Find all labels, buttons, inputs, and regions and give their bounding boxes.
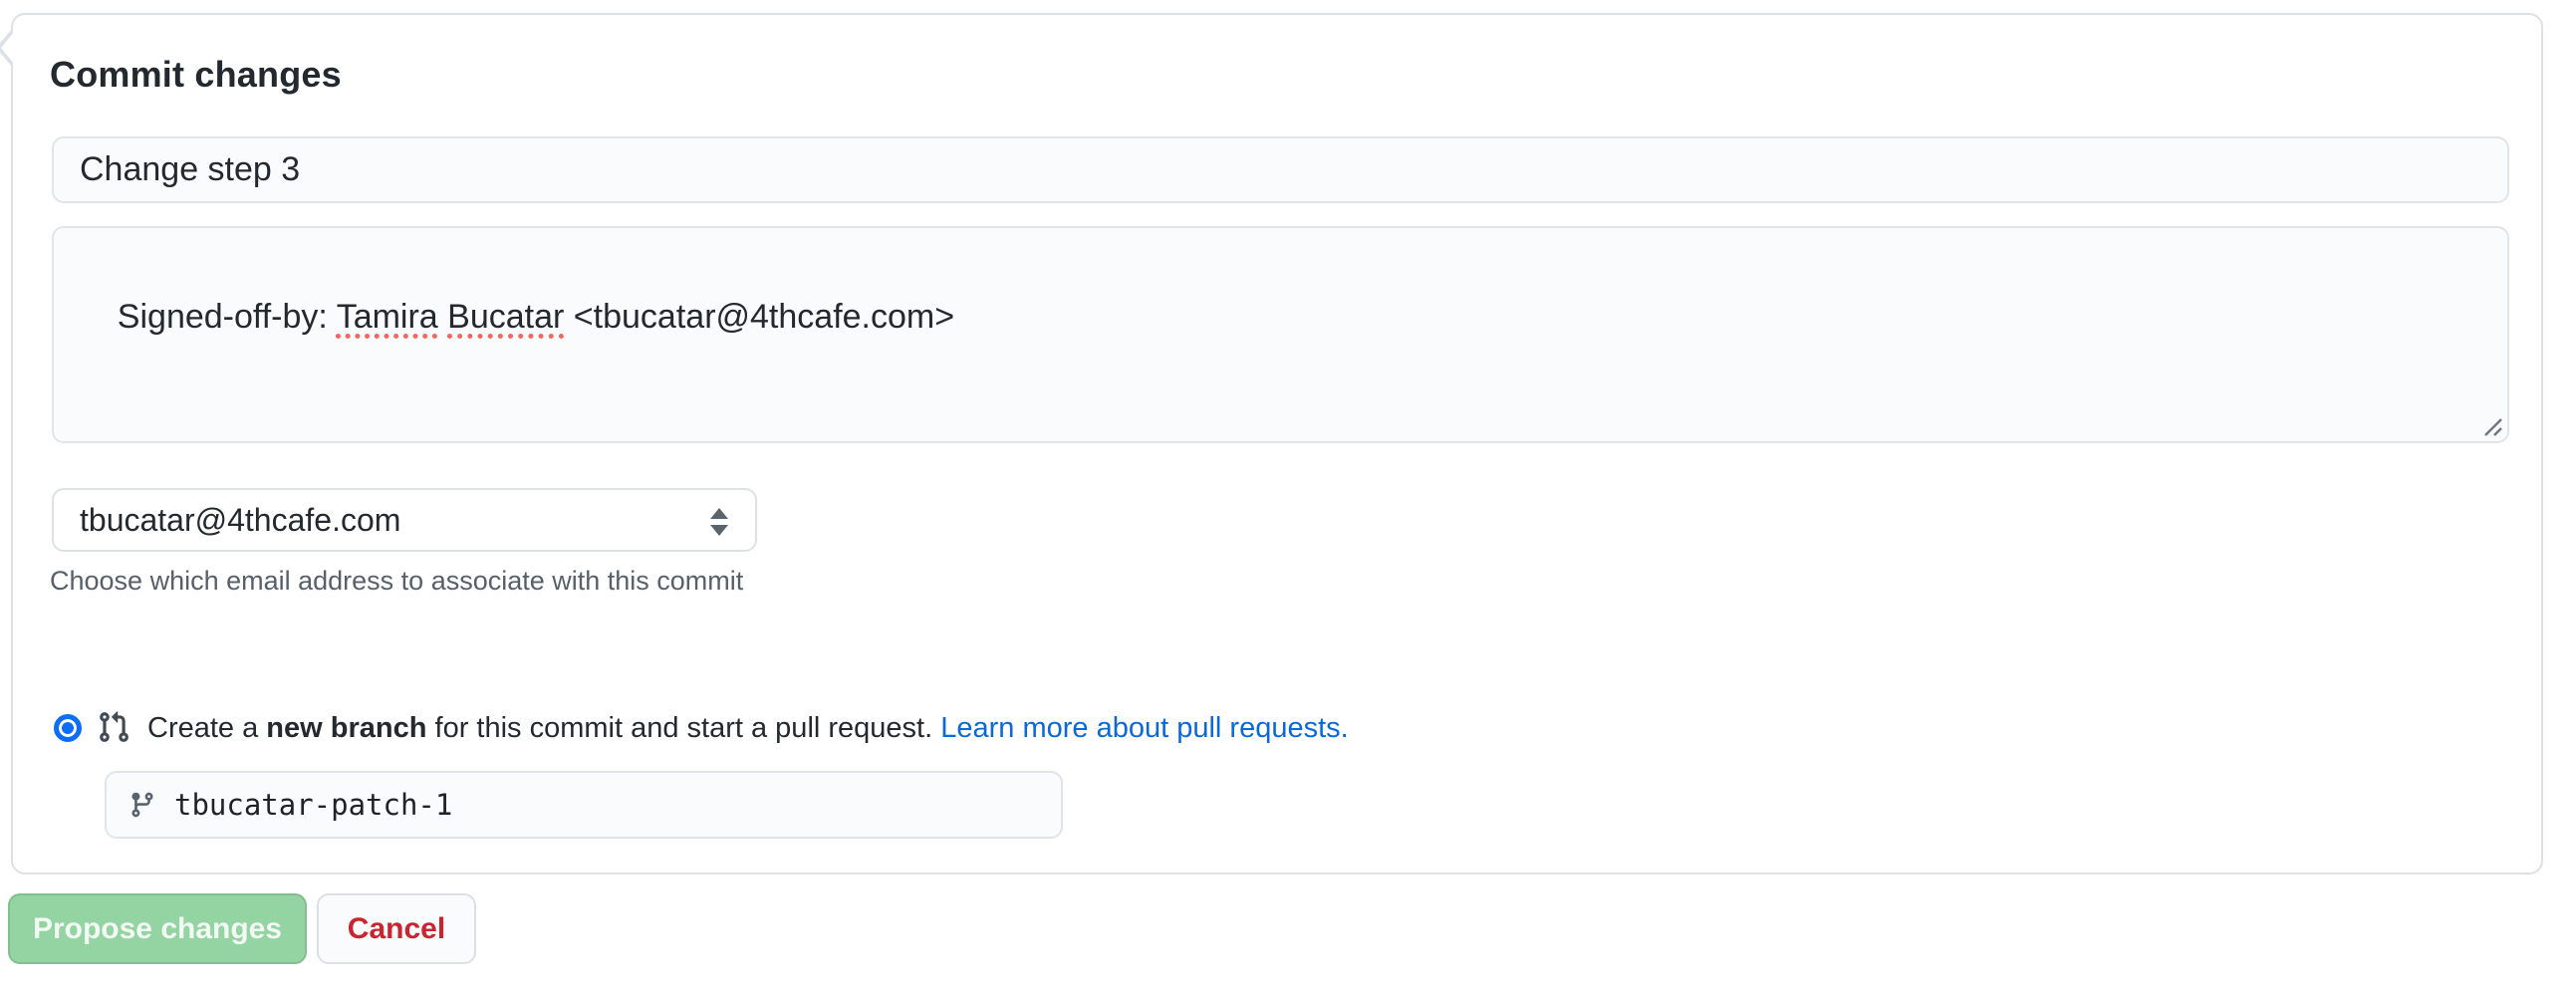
git-branch-icon xyxy=(129,791,156,819)
card-caret-fill xyxy=(1,31,15,65)
resize-grip-icon[interactable] xyxy=(2477,411,2503,437)
cancel-button[interactable]: Cancel xyxy=(317,893,476,964)
branch-option-text: Create a xyxy=(147,712,266,744)
git-pull-request-icon xyxy=(97,710,130,744)
email-select-helper: Choose which email address to associate … xyxy=(50,566,743,597)
commit-description-textarea[interactable]: Signed-off-by: Tamira Bucatar <tbucatar@… xyxy=(52,226,2509,443)
description-text-suffix: <tbucatar@4thcafe.com> xyxy=(564,298,954,336)
email-select-value: tbucatar@4thcafe.com xyxy=(54,502,400,539)
branch-option-text: for this commit and start a pull request… xyxy=(426,712,940,744)
commit-form-card: Commit changes Signed-off-by: Tamira Buc… xyxy=(11,13,2543,874)
commit-subject-input[interactable] xyxy=(52,136,2509,203)
description-text-prefix: Signed-off-by: xyxy=(118,298,337,336)
propose-changes-button[interactable]: Propose changes xyxy=(8,893,307,964)
description-text-separator xyxy=(438,298,447,336)
email-select[interactable]: tbucatar@4thcafe.com xyxy=(52,488,757,552)
branch-name-input[interactable]: tbucatar-patch-1 xyxy=(105,771,1063,839)
branch-option-bold-text: new branch xyxy=(266,712,426,744)
description-misspelled-word: Bucatar xyxy=(447,298,564,336)
branch-option-label: Create a new branch for this commit and … xyxy=(147,710,1349,746)
branch-name-value: tbucatar-patch-1 xyxy=(174,788,452,822)
new-branch-radio[interactable] xyxy=(54,714,82,742)
learn-more-link[interactable]: Learn more about pull requests. xyxy=(940,712,1348,744)
page-title: Commit changes xyxy=(50,54,342,96)
chevron-up-down-icon xyxy=(705,505,733,539)
description-misspelled-word: Tamira xyxy=(337,298,438,336)
